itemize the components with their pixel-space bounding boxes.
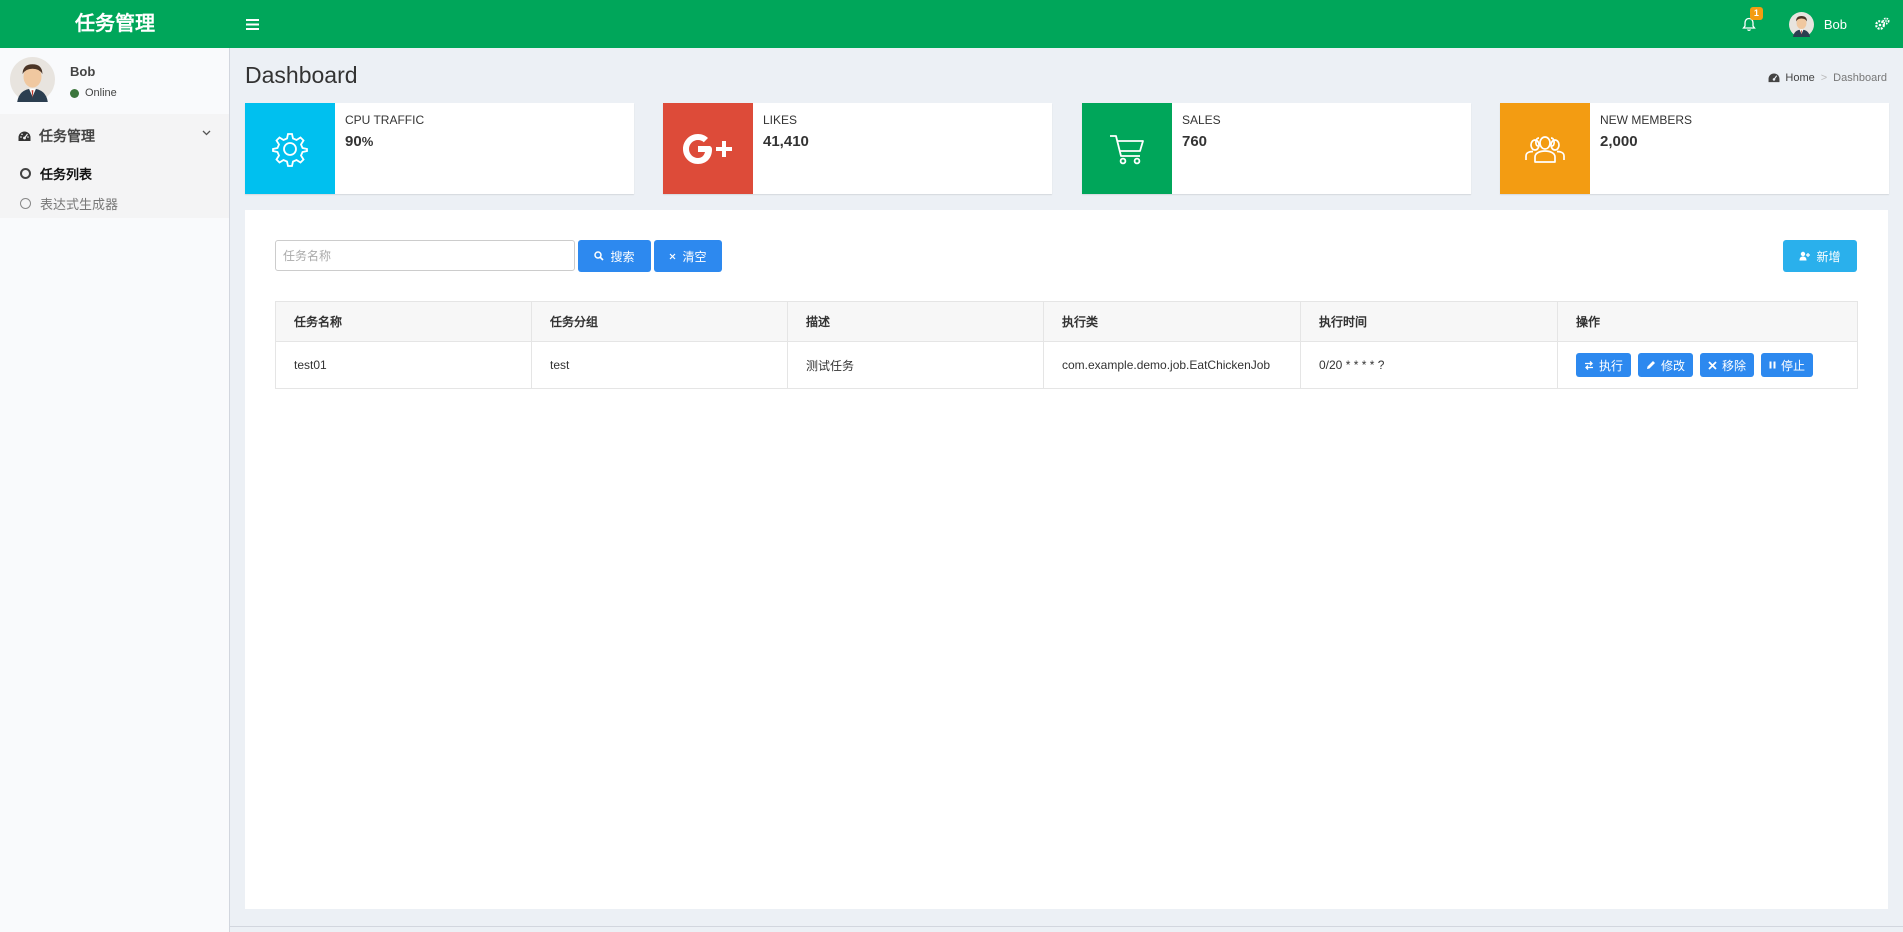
close-icon	[1708, 360, 1717, 370]
cell-task-name: test01	[275, 341, 532, 389]
google-plus-icon	[683, 133, 732, 164]
column-header-task-name[interactable]: 任务名称	[275, 301, 532, 342]
info-box-sales: SALES 760	[1082, 103, 1471, 194]
info-box-value: 41,410	[763, 133, 809, 150]
sidebar-item-task-list[interactable]: 任务列表	[0, 158, 229, 188]
search-icon	[594, 251, 605, 261]
task-list-panel: 搜索 清空 新增 任务名称 任务分组 描述 执行类 执行时间 操作 test01	[245, 210, 1888, 909]
search-button-label: 搜索	[610, 249, 635, 264]
task-table: 任务名称 任务分组 描述 执行类 执行时间 操作 test01 test 测试任…	[275, 301, 1858, 389]
search-button[interactable]: 搜索	[578, 240, 651, 272]
add-user-icon	[1799, 251, 1811, 261]
clear-button[interactable]: 清空	[654, 240, 722, 272]
sidebar-menu: 任务管理 任务列表 表达式生成器	[0, 114, 229, 218]
notifications-button[interactable]: 1	[1731, 0, 1767, 48]
pause-icon	[1769, 361, 1776, 369]
app-logo[interactable]: 任务管理	[0, 0, 230, 48]
sidebar-item-cron-generator[interactable]: 表达式生成器	[0, 188, 229, 218]
clear-button-label: 清空	[682, 249, 707, 264]
online-status-icon	[70, 88, 79, 98]
menu-group-task-management[interactable]: 任务管理	[0, 114, 229, 158]
info-box-icon	[663, 103, 753, 194]
close-icon	[669, 253, 676, 260]
pause-button[interactable]: 停止	[1761, 353, 1814, 377]
sidebar-user-panel: Bob Online	[0, 48, 229, 114]
page-title: Dashboard	[245, 62, 358, 88]
hamburger-icon	[245, 18, 259, 30]
avatar	[10, 57, 55, 102]
menu-group-label: 任务管理	[39, 128, 95, 144]
cell-task-group: test	[531, 341, 788, 389]
avatar	[1788, 11, 1814, 37]
info-box-label: LIKES	[763, 113, 798, 127]
sidebar: Bob Online 任务管理 任务列表 表达式生成器	[0, 48, 230, 932]
info-box-icon	[1500, 103, 1590, 194]
settings-button[interactable]	[1871, 0, 1893, 48]
column-header-task-group[interactable]: 任务分组	[531, 301, 788, 342]
remove-button-label: 移除	[1722, 358, 1747, 373]
run-button-label: 执行	[1599, 358, 1624, 373]
pencil-icon	[1646, 360, 1656, 370]
cell-actions: 执行 修改 移除 停止	[1557, 341, 1858, 389]
sidebar-user-name: Bob	[70, 64, 96, 79]
add-button-label: 新增	[1816, 249, 1841, 264]
exchange-icon	[1584, 360, 1594, 370]
chevron-down-icon	[202, 130, 211, 136]
gear-icon	[272, 132, 308, 167]
user-status: Online	[70, 87, 117, 99]
task-name-search-input[interactable]	[275, 240, 575, 271]
column-header-cron[interactable]: 执行时间	[1300, 301, 1558, 342]
edit-button[interactable]: 修改	[1638, 353, 1694, 377]
info-box-label: SALES	[1182, 113, 1221, 127]
info-box-cpu-traffic: CPU TRAFFIC 90%	[245, 103, 634, 194]
table-header-row: 任务名称 任务分组 描述 执行类 执行时间 操作	[275, 301, 1858, 342]
circle-icon	[20, 197, 31, 209]
user-menu[interactable]: Bob	[1788, 0, 1847, 48]
run-button[interactable]: 执行	[1576, 353, 1632, 377]
column-header-actions: 操作	[1557, 301, 1858, 342]
users-icon	[1525, 135, 1565, 163]
user-status-label: Online	[85, 87, 117, 99]
cell-description: 测试任务	[787, 341, 1044, 389]
breadcrumb: Home > Dashboard	[1768, 72, 1887, 84]
info-box-value: 2,000	[1600, 133, 1638, 150]
shopping-cart-icon	[1110, 134, 1144, 164]
dashboard-icon	[18, 131, 31, 141]
cell-cron: 0/20 * * * * ?	[1300, 341, 1558, 389]
sidebar-item-label: 任务列表	[40, 166, 93, 182]
info-box-label: CPU TRAFFIC	[345, 113, 425, 127]
sidebar-item-label: 表达式生成器	[40, 196, 119, 212]
info-box-likes: LIKES 41,410	[663, 103, 1052, 194]
cell-job-class: com.example.demo.job.EatChickenJob	[1043, 341, 1301, 389]
dashboard-icon	[1768, 73, 1780, 83]
top-header: 任务管理 1 Bob	[0, 0, 1903, 48]
info-box-value: 90%	[345, 133, 374, 150]
info-box-icon	[1082, 103, 1172, 194]
column-header-description[interactable]: 描述	[787, 301, 1044, 342]
remove-button[interactable]: 移除	[1700, 353, 1755, 377]
table-row: test01 test 测试任务 com.example.demo.job.Ea…	[275, 341, 1858, 389]
info-box-value: 760	[1182, 133, 1208, 150]
breadcrumb-home-link[interactable]: Home	[1785, 72, 1814, 84]
column-header-job-class[interactable]: 执行类	[1043, 301, 1301, 342]
breadcrumb-separator: >	[1820, 72, 1828, 84]
info-box-label: NEW MEMBERS	[1600, 113, 1693, 127]
breadcrumb-current: Dashboard	[1833, 72, 1887, 84]
info-box-new-members: NEW MEMBERS 2,000	[1500, 103, 1889, 194]
edit-button-label: 修改	[1661, 358, 1686, 373]
footer-divider	[230, 926, 1903, 932]
notification-badge: 1	[1749, 7, 1763, 20]
info-box-icon	[245, 103, 335, 194]
add-task-button[interactable]: 新增	[1783, 240, 1857, 272]
pause-button-label: 停止	[1781, 358, 1806, 373]
user-name: Bob	[1823, 16, 1847, 32]
gears-icon	[1875, 17, 1890, 30]
circle-icon	[20, 167, 31, 179]
sidebar-toggle-button[interactable]	[240, 0, 264, 48]
